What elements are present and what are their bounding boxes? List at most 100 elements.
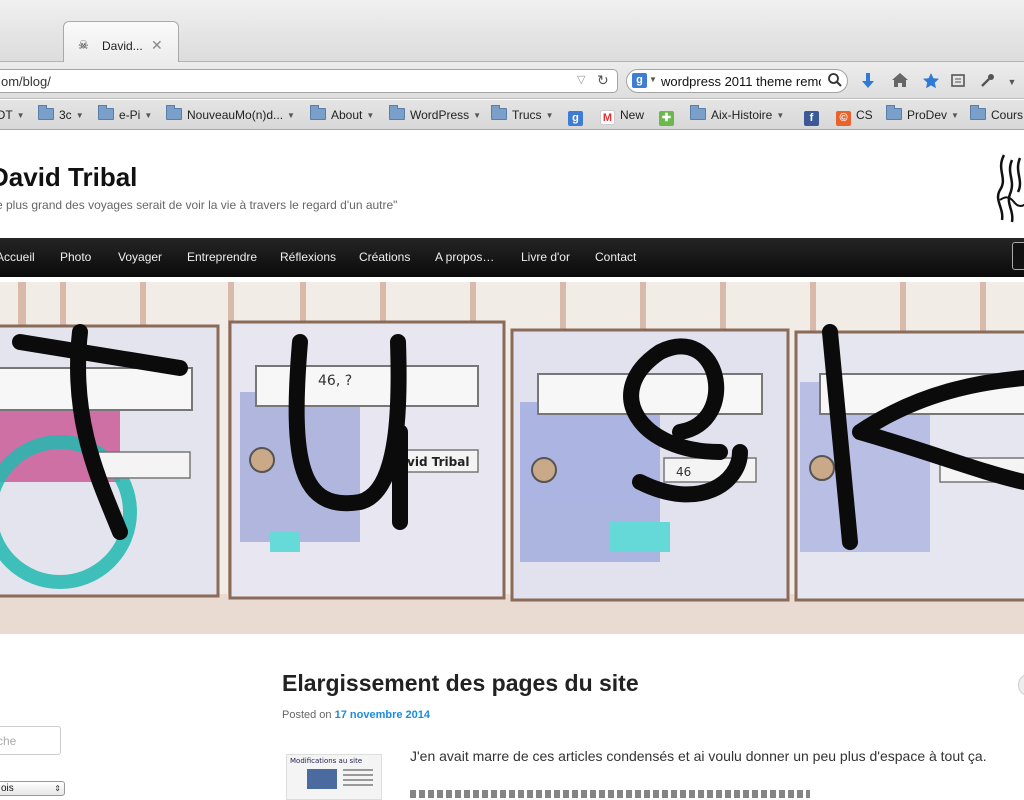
address-bar[interactable]: om/blog/ ▽ ↻ bbox=[0, 69, 618, 93]
menu-search-input[interactable] bbox=[1012, 242, 1024, 270]
bookmark-label: Cours bbox=[991, 108, 1024, 122]
bookmark-label: CS bbox=[856, 108, 873, 122]
bookmark-google[interactable]: g bbox=[568, 107, 588, 126]
bookmark-facebook[interactable]: f bbox=[804, 107, 824, 126]
chevron-down-icon: ▼ bbox=[144, 111, 153, 120]
folder-icon bbox=[310, 105, 326, 120]
bookmark-folder-prodev[interactable]: ProDev ▼ bbox=[886, 105, 959, 123]
folder-icon bbox=[98, 105, 114, 120]
bookmark-label: Trucs bbox=[512, 108, 542, 122]
download-icon[interactable] bbox=[857, 72, 879, 92]
bookmark-folder-about[interactable]: About ▼ bbox=[310, 105, 375, 123]
google-icon: g bbox=[568, 111, 583, 126]
gmail-icon: M bbox=[600, 110, 615, 125]
post-excerpt-continued bbox=[410, 786, 830, 798]
bookmark-couchsurfing[interactable]: © CS bbox=[836, 107, 873, 126]
menu-item-entreprendre[interactable]: Entreprendre bbox=[187, 250, 257, 264]
main-menu: Accueil Photo Voyager Entreprendre Réfle… bbox=[0, 238, 1024, 277]
chevron-down-icon: ▼ bbox=[16, 111, 25, 120]
folder-icon bbox=[886, 105, 902, 120]
bookmark-star-icon[interactable] bbox=[920, 72, 942, 92]
chevron-down-icon: ▼ bbox=[545, 111, 554, 120]
flame-logo-icon bbox=[994, 150, 1024, 230]
search-query: wordpress 2011 theme remo bbox=[661, 74, 821, 89]
site-favicon-icon: ☠ bbox=[78, 38, 89, 52]
chevron-down-icon: ▼ bbox=[75, 111, 84, 120]
comment-bubble-icon[interactable] bbox=[1018, 674, 1024, 696]
bookmark-folder-wordpress[interactable]: WordPress ▼ bbox=[389, 105, 482, 123]
google-maps-icon: ✚ bbox=[659, 111, 674, 126]
archive-select[interactable]: ois ⇕ bbox=[0, 781, 65, 796]
bookmark-folder-ot[interactable]: OT ▼ bbox=[0, 107, 25, 123]
menu-item-accueil[interactable]: Accueil bbox=[0, 250, 35, 264]
select-arrows-icon: ⇕ bbox=[54, 784, 61, 793]
reload-icon[interactable]: ↻ bbox=[597, 72, 609, 89]
tools-dropdown-icon[interactable]: ▼ bbox=[1001, 72, 1023, 92]
site-description: e plus grand des voyages serait de voir … bbox=[0, 198, 398, 212]
couchsurfing-icon: © bbox=[836, 111, 851, 126]
bookmark-label: OT bbox=[0, 108, 13, 122]
sidebar-search-input[interactable]: che bbox=[0, 726, 61, 755]
folder-icon bbox=[970, 105, 986, 120]
bookmark-folder-cours[interactable]: Cours bbox=[970, 105, 1024, 123]
bookmark-label: NouveauMo(n)d... bbox=[187, 108, 284, 122]
archive-select-value: ois bbox=[1, 783, 14, 794]
post-date-link[interactable]: 17 novembre 2014 bbox=[335, 709, 430, 721]
tab-title: David... bbox=[102, 39, 143, 53]
mailbox-label: 46 bbox=[676, 465, 691, 479]
folder-icon bbox=[389, 105, 405, 120]
search-bar[interactable]: g ▼ wordpress 2011 theme remo bbox=[626, 69, 848, 93]
bookmark-folder-e-pi[interactable]: e-Pi ▼ bbox=[98, 105, 153, 123]
bookmark-label: New bbox=[620, 108, 645, 122]
home-icon[interactable] bbox=[889, 72, 911, 92]
chevron-down-icon: ▼ bbox=[366, 111, 375, 120]
bookmark-folder-3c[interactable]: 3c ▼ bbox=[38, 105, 84, 123]
bookmark-folder-aix-histoire[interactable]: Aix-Histoire ▼ bbox=[690, 105, 784, 123]
post-excerpt: J'en avait marre de ces articles condens… bbox=[410, 748, 987, 764]
menu-item-creations[interactable]: Créations bbox=[359, 250, 410, 264]
engine-dropdown-icon[interactable]: ▼ bbox=[649, 75, 657, 84]
browser-tab[interactable]: ☠ David... ✕ bbox=[63, 21, 179, 62]
chevron-down-icon: ▼ bbox=[951, 111, 959, 120]
navigation-toolbar: om/blog/ ▽ ↻ g ▼ wordpress 2011 theme re… bbox=[0, 62, 1024, 99]
bookmark-google-maps[interactable]: ✚ bbox=[659, 107, 679, 126]
bookmarks-menu-icon[interactable] bbox=[947, 72, 969, 92]
bookmark-label: 3c bbox=[59, 108, 72, 122]
folder-icon bbox=[38, 105, 54, 120]
folder-icon bbox=[690, 105, 706, 120]
bookmark-label: Aix-Histoire bbox=[711, 108, 773, 122]
folder-icon bbox=[491, 105, 507, 120]
bookmark-gmail[interactable]: M New bbox=[600, 107, 645, 125]
thumbnail-image bbox=[307, 769, 337, 789]
menu-item-photo[interactable]: Photo bbox=[60, 250, 91, 264]
menu-item-reflexions[interactable]: Réflexions bbox=[280, 250, 336, 264]
post-title[interactable]: Elargissement des pages du site bbox=[282, 670, 639, 697]
tab-strip: ☠ David... ✕ bbox=[0, 0, 1024, 62]
close-tab-icon[interactable]: ✕ bbox=[151, 37, 163, 54]
bookmark-label: About bbox=[331, 108, 363, 122]
bookmark-label: ProDev bbox=[907, 108, 948, 122]
menu-item-contact[interactable]: Contact bbox=[595, 250, 636, 264]
history-dropdown-icon[interactable]: ▽ bbox=[577, 73, 585, 86]
chevron-down-icon: ▼ bbox=[473, 111, 482, 120]
bookmark-folder-trucs[interactable]: Trucs ▼ bbox=[491, 105, 554, 123]
url-text: om/blog/ bbox=[1, 74, 51, 89]
mailbox-label: 46, ? bbox=[318, 373, 352, 389]
thumbnail-lines bbox=[343, 769, 373, 771]
menu-item-livre-dor[interactable]: Livre d'or bbox=[521, 250, 570, 264]
facebook-icon: f bbox=[804, 111, 819, 126]
menu-item-voyager[interactable]: Voyager bbox=[118, 250, 162, 264]
tools-icon[interactable] bbox=[977, 72, 999, 92]
post-thumbnail[interactable]: Modifications au site bbox=[286, 754, 382, 800]
bookmarks-bar: OT ▼ 3c ▼ e-Pi ▼ NouveauMo(n)d... ▼ About ▼ W… bbox=[0, 100, 1024, 130]
chevron-down-icon: ▼ bbox=[287, 111, 295, 120]
search-icon[interactable] bbox=[827, 72, 843, 91]
bookmark-label: WordPress bbox=[410, 108, 470, 122]
site-title[interactable]: David Tribal bbox=[0, 162, 137, 193]
post-meta: Posted on 17 novembre 2014 bbox=[282, 709, 430, 721]
menu-item-a-propos[interactable]: A propos… bbox=[435, 250, 494, 264]
bookmark-folder-nouveaumonde[interactable]: NouveauMo(n)d... ▼ bbox=[166, 105, 295, 123]
google-engine-icon[interactable]: g bbox=[632, 73, 647, 88]
thumbnail-caption: Modifications au site bbox=[290, 757, 363, 765]
header-image[interactable]: 46, ? David Tribal 46 bbox=[0, 282, 1024, 634]
